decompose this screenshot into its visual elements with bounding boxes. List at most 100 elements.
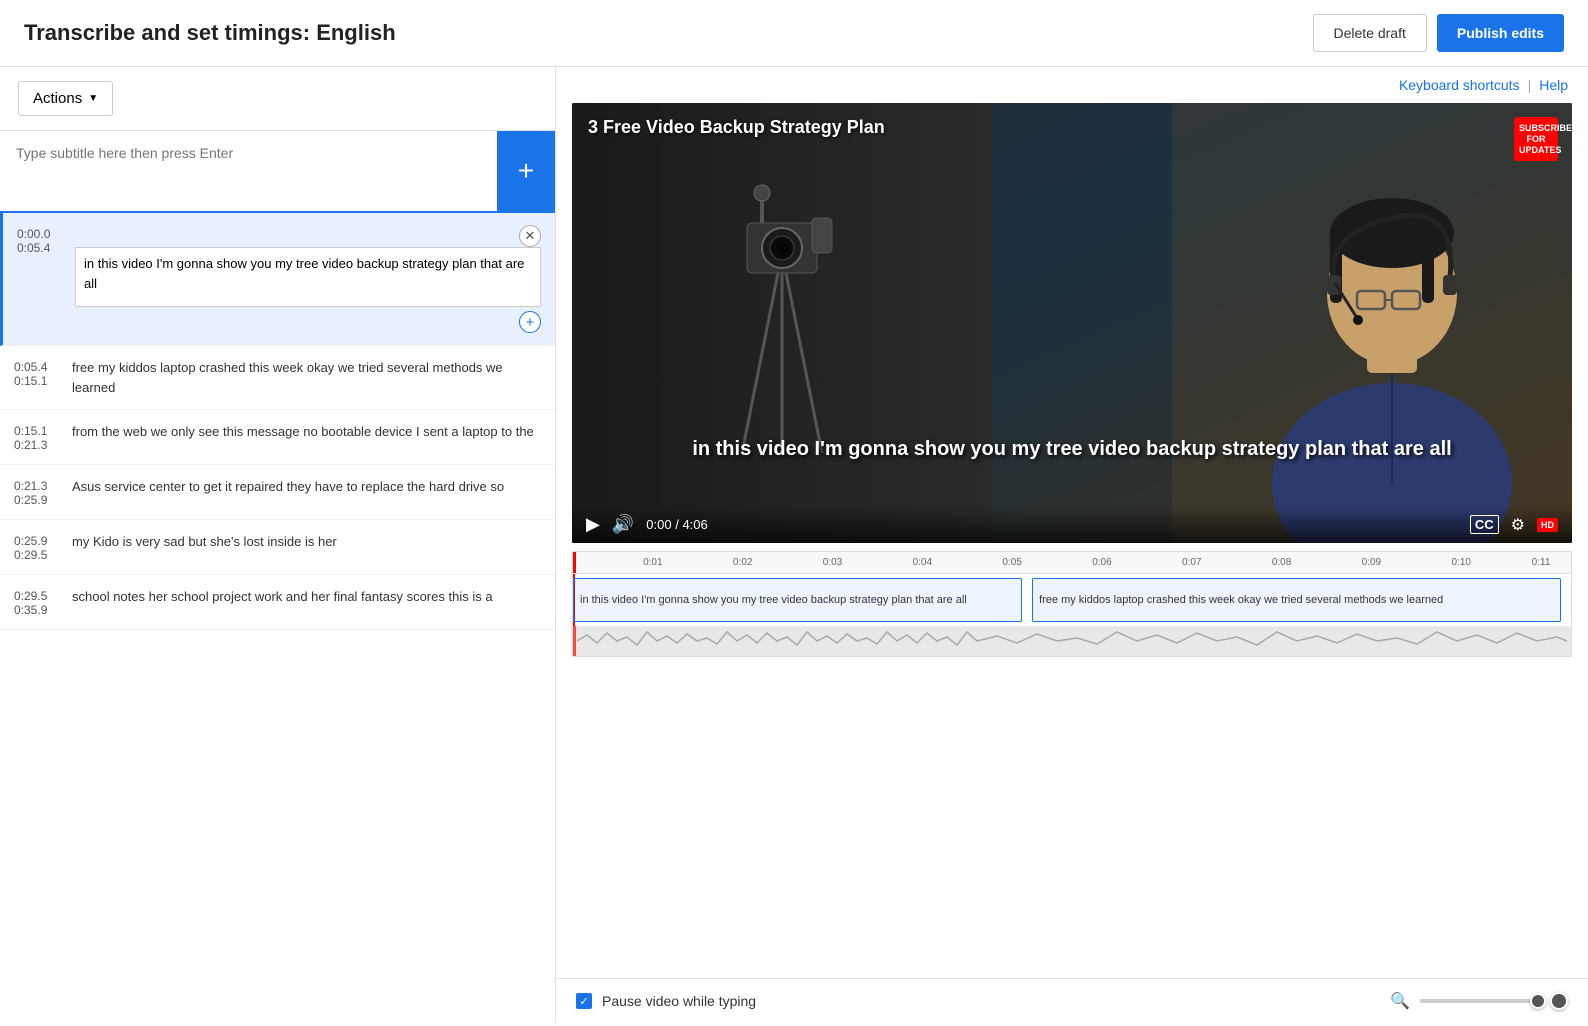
zoom-slider-thumb[interactable] xyxy=(1530,993,1546,1009)
page-header: Transcribe and set timings: English Dele… xyxy=(0,0,1588,67)
caption-item[interactable]: 0:29.5 0:35.9 school notes her school pr… xyxy=(0,575,555,630)
timeline-tick: 0:08 xyxy=(1272,557,1291,568)
caption-end-time: 0:05.4 xyxy=(17,241,65,255)
settings-button[interactable]: ⚙ xyxy=(1511,515,1525,535)
caption-item[interactable]: 0:15.1 0:21.3 from the web we only see t… xyxy=(0,410,555,465)
caption-times: 0:15.1 0:21.3 xyxy=(14,424,62,452)
caption-item[interactable]: 0:25.9 0:29.5 my Kido is very sad but sh… xyxy=(0,520,555,575)
person-area xyxy=(952,103,1572,543)
zoom-controls: 🔍 xyxy=(1390,991,1568,1011)
play-button[interactable]: ▶ xyxy=(586,514,600,535)
checkbox-check: ✓ xyxy=(579,995,588,1008)
timeline-tick: 0:11 xyxy=(1532,557,1551,568)
caption-times: 0:00.0 0:05.4 xyxy=(17,227,65,255)
caption-times: 0:29.5 0:35.9 xyxy=(14,589,62,617)
caption-start-time: 0:00.0 xyxy=(17,227,65,241)
camera-equipment-svg xyxy=(682,173,882,473)
caption-end-time: 0:25.9 xyxy=(14,493,62,507)
page-title: Transcribe and set timings: English xyxy=(24,20,396,46)
actions-button[interactable]: Actions ▼ xyxy=(18,81,113,116)
waveform-area: // waveform bars generated inline xyxy=(573,626,1571,656)
video-controls: ▶ 🔊 0:00 / 4:06 CC ⚙ HD xyxy=(572,506,1572,543)
caption-times: 0:21.3 0:25.9 xyxy=(14,479,62,507)
caption-times: 0:25.9 0:29.5 xyxy=(14,534,62,562)
caption-text: school notes her school project work and… xyxy=(72,587,541,607)
timeline-caption-block[interactable]: in this video I'm gonna show you my tree… xyxy=(573,578,1022,622)
keyboard-shortcuts-link[interactable]: Keyboard shortcuts xyxy=(1399,77,1520,93)
timeline-tick: 0:01 xyxy=(643,557,662,568)
caption-content: ✕ in this video I'm gonna show you my tr… xyxy=(75,225,541,333)
caption-text: my Kido is very sad but she's lost insid… xyxy=(72,532,541,552)
caption-start-time: 0:05.4 xyxy=(14,360,62,374)
add-subtitle-button[interactable]: + xyxy=(497,131,555,211)
actions-label: Actions xyxy=(33,90,82,107)
actions-dropdown-arrow: ▼ xyxy=(88,93,98,104)
caption-end-time: 0:21.3 xyxy=(14,438,62,452)
timeline-container: 0:01 0:02 0:03 0:04 0:05 0:06 0:07 0:08 … xyxy=(572,551,1572,657)
timeline-caption-block[interactable]: free my kiddos laptop crashed this week … xyxy=(1032,578,1561,622)
current-time: 0:00 xyxy=(646,517,671,532)
actions-bar: Actions ▼ xyxy=(0,67,555,131)
timeline-tick: 0:05 xyxy=(1002,557,1021,568)
waveform-playhead xyxy=(573,626,576,656)
timeline-tick: 0:09 xyxy=(1362,557,1381,568)
captions-list: 0:00.0 0:05.4 ✕ in this video I'm gonna … xyxy=(0,213,555,1023)
close-caption-button[interactable]: ✕ xyxy=(519,225,541,247)
playhead-line xyxy=(573,552,576,573)
waveform-graphic xyxy=(577,627,1567,655)
caption-action-buttons: + xyxy=(75,311,541,333)
video-player: 3 Free Video Backup Strategy Plan SUBSCR… xyxy=(572,103,1572,543)
timeline-tick: 0:06 xyxy=(1092,557,1111,568)
caption-start-time: 0:29.5 xyxy=(14,589,62,603)
add-after-button[interactable]: + xyxy=(519,311,541,333)
caption-end-time: 0:35.9 xyxy=(14,603,62,617)
subscribe-badge: SUBSCRIBEFORUPDATES xyxy=(1514,117,1558,161)
zoom-slider[interactable] xyxy=(1420,999,1540,1003)
caption-end-time: 0:29.5 xyxy=(14,548,62,562)
timeline-tick: 0:07 xyxy=(1182,557,1201,568)
subtitle-input-row: + xyxy=(0,131,555,213)
camera-area xyxy=(572,103,992,543)
waveform-bars xyxy=(573,626,1571,656)
video-title-overlay: 3 Free Video Backup Strategy Plan xyxy=(588,117,885,138)
caption-item[interactable]: 0:21.3 0:25.9 Asus service center to get… xyxy=(0,465,555,520)
timeline-tick: 0:03 xyxy=(823,557,842,568)
pause-checkbox[interactable]: ✓ xyxy=(576,993,592,1009)
caption-text: from the web we only see this message no… xyxy=(72,422,541,442)
caption-text: free my kiddos laptop crashed this week … xyxy=(72,358,541,397)
publish-edits-button[interactable]: Publish edits xyxy=(1437,14,1564,52)
toolbar-separator: | xyxy=(1528,77,1532,93)
right-panel: Keyboard shortcuts | Help xyxy=(556,67,1588,1023)
hd-badge: HD xyxy=(1537,518,1558,532)
bottom-bar: ✓ Pause video while typing 🔍 xyxy=(556,978,1588,1023)
caption-start-time: 0:15.1 xyxy=(14,424,62,438)
active-caption-header: ✕ xyxy=(75,225,541,247)
caption-overlay: in this video I'm gonna show you my tree… xyxy=(572,435,1572,463)
timeline-tick: 0:04 xyxy=(913,557,932,568)
delete-draft-button[interactable]: Delete draft xyxy=(1313,14,1427,52)
caption-times: 0:05.4 0:15.1 xyxy=(14,360,62,388)
caption-end-time: 0:15.1 xyxy=(14,374,62,388)
cc-button[interactable]: CC xyxy=(1470,515,1499,534)
zoom-circle[interactable] xyxy=(1550,992,1568,1010)
subtitle-input[interactable] xyxy=(0,131,497,211)
timeline-tick: 0:02 xyxy=(733,557,752,568)
video-area: 3 Free Video Backup Strategy Plan SUBSCR… xyxy=(572,103,1572,543)
caption-item[interactable]: 0:00.0 0:05.4 ✕ in this video I'm gonna … xyxy=(0,213,555,346)
pause-label[interactable]: Pause video while typing xyxy=(602,993,756,1009)
person-svg xyxy=(1172,103,1572,543)
right-toolbar: Keyboard shortcuts | Help xyxy=(556,67,1588,103)
caption-text: Asus service center to get it repaired t… xyxy=(72,477,541,497)
caption-start-time: 0:21.3 xyxy=(14,479,62,493)
caption-edit-input[interactable]: in this video I'm gonna show you my tree… xyxy=(75,247,541,307)
zoom-in-icon: 🔍 xyxy=(1390,991,1410,1011)
timeline-ruler: 0:01 0:02 0:03 0:04 0:05 0:06 0:07 0:08 … xyxy=(573,552,1571,574)
volume-button[interactable]: 🔊 xyxy=(612,514,634,535)
left-panel: Actions ▼ + 0:00.0 0:05.4 ✕ in thi xyxy=(0,67,556,1023)
caption-item[interactable]: 0:05.4 0:15.1 free my kiddos laptop cras… xyxy=(0,346,555,410)
help-link[interactable]: Help xyxy=(1539,77,1568,93)
timeline-tick: 0:10 xyxy=(1451,557,1470,568)
total-time: 4:06 xyxy=(682,517,707,532)
main-content: Actions ▼ + 0:00.0 0:05.4 ✕ in thi xyxy=(0,67,1588,1023)
caption-start-time: 0:25.9 xyxy=(14,534,62,548)
